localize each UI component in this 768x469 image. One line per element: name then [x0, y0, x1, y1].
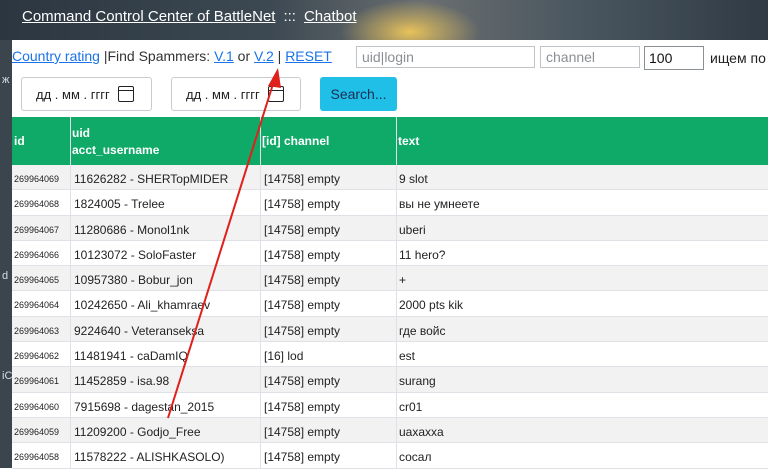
cell-channel: [14758] empty	[264, 172, 341, 186]
cell-channel: [14758] empty	[264, 450, 341, 465]
table-row: 269964058 11578222 - ALISHKASOLO) [14758] …	[12, 443, 768, 469]
cell-id: 269964064	[14, 300, 60, 311]
calendar-icon[interactable]	[267, 86, 284, 102]
date-from-field[interactable]: дд . мм . гггг	[21, 77, 152, 111]
cell-channel: [16] lod	[264, 349, 304, 364]
country-rating-link[interactable]: Country rating	[12, 48, 100, 64]
left-strip-char-3: iC	[2, 370, 13, 382]
table-row: 269964062 11481941 - caDamIQ [16] lod est	[12, 342, 768, 368]
cell-id: 269964069	[14, 174, 60, 184]
spammers-v2-link[interactable]: V.2	[254, 48, 274, 64]
cell-text: сосал	[399, 450, 432, 465]
cell-text: uberi	[399, 222, 426, 237]
cell-text: est	[399, 349, 416, 364]
site-home-link[interactable]: Command Control Center of BattleNet	[22, 8, 275, 25]
calendar-icon[interactable]	[117, 86, 134, 102]
cell-uid: 11280686 - Monol1nk	[74, 222, 190, 237]
bar-separator: |	[273, 48, 286, 64]
table-row: 269964065 10957380 - Bobur_jon [14758] emp…	[12, 266, 768, 292]
cell-text: cr01	[399, 399, 423, 414]
cell-uid: 11626282 - SHERTopMIDER	[74, 172, 229, 186]
cell-text: 2000 pts kik	[399, 298, 464, 313]
search-button[interactable]: Search...	[320, 77, 397, 111]
table-row: 269964069 11626282 - SHERTopMIDER [14758] …	[12, 165, 768, 191]
cell-id: 269964063	[14, 325, 60, 336]
column-divider	[260, 117, 261, 468]
top-nav: Command Control Center of BattleNet::: Ch…	[22, 8, 357, 25]
top-banner: Command Control Center of BattleNet::: Ch…	[0, 0, 768, 40]
header-uid: uid	[72, 126, 90, 140]
table-row: 269964068 1824005 - Trelee [14758] empty вы…	[12, 190, 768, 216]
table-row: 269964066 10123072 - SoloFaster [14758] em…	[12, 241, 768, 267]
left-strip-char-1: ж	[2, 74, 10, 86]
header-id: id	[14, 134, 25, 148]
cell-uid: 11209200 - Godjo_Free	[74, 424, 201, 439]
limit-input[interactable]	[644, 46, 704, 70]
cell-uid: 9224640 - Veteranseksa	[74, 323, 205, 338]
search-by-label: ищем по	[710, 50, 766, 66]
table-header: id uid acct_username [id] channel text	[12, 117, 768, 165]
table-row: 269964067 11280686 - Monol1nk [14758] empt…	[12, 215, 768, 241]
cell-id: 269964066	[14, 249, 60, 260]
cell-text: +	[399, 273, 407, 288]
cell-channel: [14758] empty	[264, 298, 341, 313]
table-row: 269964059 11209200 - Godjo_Free [14758] em…	[12, 417, 768, 444]
cell-uid: 11481941 - caDamIQ	[74, 349, 188, 364]
cell-channel: [14758] empty	[264, 399, 341, 414]
cell-uid: 1824005 - Trelee	[74, 197, 165, 212]
header-channel: [id] channel	[262, 134, 330, 148]
cell-text: где войс	[399, 323, 446, 338]
cell-channel: [14758] empty	[264, 424, 341, 439]
spammers-v1-link[interactable]: V.1	[214, 48, 234, 64]
banner-glow	[340, 0, 480, 40]
cell-id: 269964058	[14, 452, 60, 463]
cell-uid: 10957380 - Bobur_jon	[74, 273, 193, 288]
cell-id: 269964065	[14, 275, 60, 286]
date-from-placeholder: дд . мм . гггг	[36, 86, 110, 102]
table-row: 269964063 9224640 - Veteranseksa [14758] e…	[12, 316, 768, 343]
date-to-field[interactable]: дд . мм . гггг	[171, 77, 301, 111]
cell-text: uaxaxxa	[399, 424, 444, 439]
cell-id: 269964068	[14, 199, 60, 210]
cell-uid: 11452859 - isa.98	[74, 374, 170, 389]
cell-text: 11 hero?	[399, 247, 446, 262]
header-acct-username: acct_username	[72, 143, 160, 157]
cell-id: 269964061	[14, 376, 60, 387]
cell-id: 269964067	[14, 224, 60, 235]
chatbot-link[interactable]: Chatbot	[304, 8, 357, 25]
or-label: or	[233, 48, 255, 64]
cell-text: surang	[399, 374, 436, 389]
cell-channel: [14758] empty	[264, 273, 341, 288]
nav-separator: :::	[283, 8, 296, 25]
filter-bar: Country rating |Find Spammers: V.1 or V.…	[12, 48, 332, 70]
cell-id: 269964060	[14, 401, 60, 412]
cell-text: вы не умнеете	[399, 197, 480, 212]
cell-channel: [14758] empty	[264, 247, 341, 262]
cell-channel: [14758] empty	[264, 197, 341, 212]
header-text: text	[398, 134, 420, 148]
cell-id: 269964059	[14, 426, 60, 437]
left-strip-char-2: d	[2, 270, 9, 282]
reset-link[interactable]: RESET	[285, 48, 332, 64]
column-divider	[70, 117, 71, 468]
cell-id: 269964062	[14, 351, 60, 362]
cell-channel: [14758] empty	[264, 222, 341, 237]
cell-text: 9 slot	[399, 172, 428, 186]
cell-uid: 11578222 - ALISHKASOLO)	[74, 450, 225, 465]
cell-uid: 7915698 - dagestan_2015	[74, 399, 215, 414]
cell-uid: 10123072 - SoloFaster	[74, 247, 197, 262]
table-row: 269964060 7915698 - dagestan_2015 [14758] …	[12, 393, 768, 418]
channel-input[interactable]	[540, 46, 640, 68]
find-spammers-label: |Find Spammers:	[99, 48, 215, 64]
table-row: 269964064 10242650 - Ali_khamraev [14758] …	[12, 291, 768, 317]
date-to-placeholder: дд . мм . гггг	[186, 86, 260, 102]
cell-channel: [14758] empty	[264, 323, 341, 338]
table-row: 269964061 11452859 - isa.98 [14758] empty s…	[12, 367, 768, 393]
cell-uid: 10242650 - Ali_khamraev	[74, 298, 211, 313]
cell-channel: [14758] empty	[264, 374, 341, 389]
left-sidebar-strip: ж d iC	[0, 40, 12, 468]
uid-login-input[interactable]	[356, 46, 535, 68]
table-body: 269964069 11626282 - SHERTopMIDER [14758] …	[12, 165, 768, 469]
column-divider	[396, 117, 397, 468]
